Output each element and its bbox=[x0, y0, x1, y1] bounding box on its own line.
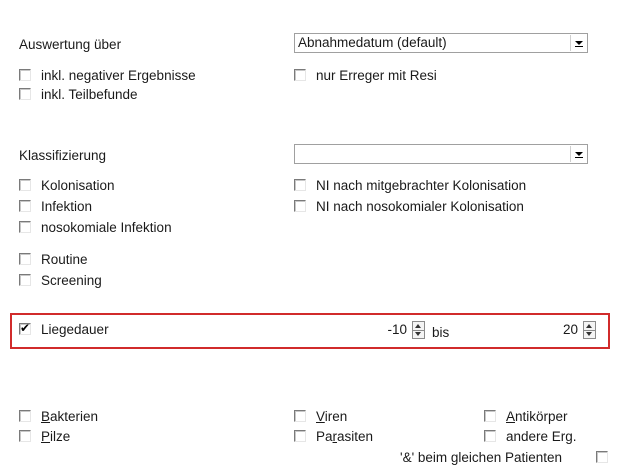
spin-down-icon[interactable] bbox=[415, 332, 421, 336]
checkbox-box[interactable] bbox=[484, 410, 496, 422]
checkbox-label: Parasiten bbox=[316, 429, 373, 445]
liegedauer-separator: bis bbox=[432, 325, 450, 340]
checkbox-label: Viren bbox=[316, 409, 347, 425]
checkbox-label: inkl. negativer Ergebnisse bbox=[41, 68, 196, 83]
label-rest: ntikörper bbox=[515, 409, 568, 424]
checkbox-box[interactable] bbox=[19, 410, 31, 422]
checkbox-box[interactable] bbox=[19, 179, 31, 191]
checkbox-label: Screening bbox=[41, 273, 102, 288]
accesskey-letter: V bbox=[316, 409, 325, 424]
accesskey-letter: A bbox=[506, 409, 516, 424]
auswertung-select[interactable]: Abnahmedatum (default) bbox=[294, 33, 588, 53]
accesskey-letter: B bbox=[41, 409, 51, 424]
checkbox-label: nur Erreger mit Resi bbox=[316, 68, 437, 83]
checkbox-box[interactable] bbox=[294, 69, 306, 81]
klassifizierung-select[interactable] bbox=[294, 144, 588, 164]
checkbox-label: Kolonisation bbox=[41, 178, 115, 193]
accesskey-letter: P bbox=[41, 429, 51, 444]
label-pre: Pa bbox=[316, 429, 333, 444]
auswertung-select-value: Abnahmedatum (default) bbox=[298, 35, 447, 50]
klassifizierung-label: Klassifizierung bbox=[19, 148, 107, 163]
auswertung-dropdown-button[interactable] bbox=[570, 35, 586, 51]
liegedauer-from-spinner[interactable]: -10 bbox=[294, 320, 427, 342]
checkbox-box[interactable] bbox=[19, 274, 31, 286]
checkbox-box[interactable] bbox=[596, 451, 608, 463]
checkbox-label: Liegedauer bbox=[41, 322, 109, 337]
auswertung-label: Auswertung über bbox=[19, 37, 122, 52]
checkbox-label: andere Erg. bbox=[506, 429, 577, 444]
checkbox-box[interactable] bbox=[294, 410, 306, 422]
checkbox-box[interactable] bbox=[294, 179, 306, 191]
checkmark-icon: ✔ bbox=[20, 321, 31, 335]
checkbox-box[interactable] bbox=[19, 88, 31, 100]
checkbox-label: inkl. Teilbefunde bbox=[41, 87, 138, 102]
label-rest: ilze bbox=[50, 429, 71, 444]
liegedauer-from-spin-buttons[interactable] bbox=[412, 321, 425, 339]
checkbox-label: NI nach mitgebrachter Kolonisation bbox=[316, 178, 527, 193]
dropdown-bar-icon bbox=[575, 46, 583, 47]
evaluation-settings-panel: Auswertung über Abnahmedatum (default) i… bbox=[0, 0, 621, 465]
checkbox-label: Antikörper bbox=[506, 409, 568, 425]
spin-divider bbox=[413, 330, 424, 331]
checkbox-box[interactable] bbox=[484, 430, 496, 442]
klassifizierung-dropdown-button[interactable] bbox=[570, 146, 586, 162]
liegedauer-from-value[interactable]: -10 bbox=[387, 322, 407, 338]
checkbox-box[interactable]: ✔ bbox=[19, 321, 31, 335]
checkbox-label: Pilze bbox=[41, 429, 70, 445]
chevron-down-icon bbox=[575, 152, 583, 156]
checkbox-box[interactable] bbox=[19, 221, 31, 233]
checkbox-label: nosokomiale Infektion bbox=[41, 220, 172, 235]
checkbox-box[interactable] bbox=[294, 200, 306, 212]
spin-down-icon[interactable] bbox=[586, 332, 592, 336]
label-rest: asiten bbox=[337, 429, 374, 444]
chevron-down-icon bbox=[575, 41, 583, 45]
checkbox-box[interactable] bbox=[294, 430, 306, 442]
checkbox-box[interactable] bbox=[19, 430, 31, 442]
spin-up-icon[interactable] bbox=[586, 324, 592, 328]
liegedauer-to-spinner[interactable]: 20 bbox=[470, 320, 598, 342]
spin-divider bbox=[584, 330, 595, 331]
checkbox-box[interactable] bbox=[19, 200, 31, 212]
checkbox-label: NI nach nosokomialer Kolonisation bbox=[316, 199, 524, 214]
label-rest: akterien bbox=[50, 409, 99, 424]
checkbox-box[interactable] bbox=[19, 253, 31, 265]
dropdown-bar-icon bbox=[575, 157, 583, 158]
liegedauer-to-value[interactable]: 20 bbox=[563, 322, 578, 338]
spin-up-icon[interactable] bbox=[415, 324, 421, 328]
liegedauer-to-spin-buttons[interactable] bbox=[583, 321, 596, 339]
checkbox-label: Infektion bbox=[41, 199, 93, 214]
same-patient-label: '&' beim gleichen Patienten bbox=[400, 450, 563, 465]
label-rest: iren bbox=[324, 409, 348, 424]
checkbox-label: Routine bbox=[41, 252, 88, 267]
checkbox-box[interactable] bbox=[19, 69, 31, 81]
checkbox-label: Bakterien bbox=[41, 409, 98, 425]
